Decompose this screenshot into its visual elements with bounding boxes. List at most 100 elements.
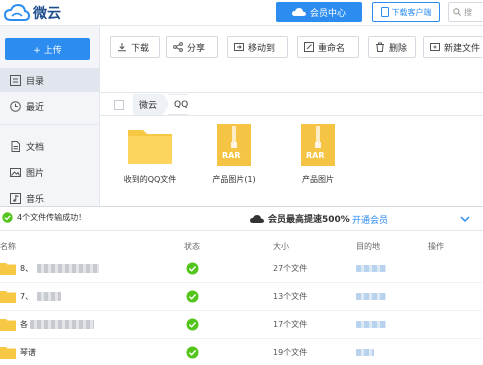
delete-button[interactable]: 删除 — [368, 36, 416, 58]
new-folder-button[interactable]: 新建文件 — [423, 36, 483, 58]
breadcrumb-item-root[interactable]: 微云 — [133, 94, 163, 115]
success-check-icon — [186, 262, 199, 275]
rar-label: RAR — [222, 151, 241, 160]
column-destination: 目的地 — [356, 242, 380, 251]
success-check-icon — [186, 290, 199, 303]
clock-icon — [10, 100, 21, 112]
file-name-prefix: 7、 — [20, 292, 34, 301]
delete-label: 删除 — [389, 43, 408, 54]
transfer-header: 4个文件传输成功！ 会员最高提速500% 开通会员 — [0, 207, 483, 231]
transfer-row[interactable]: 7、 13个文件 — [0, 283, 483, 311]
sidebar-divider — [0, 124, 100, 125]
document-icon — [11, 140, 20, 152]
file-name: 产品图片(1) — [212, 175, 256, 184]
redacted-destination — [356, 349, 374, 356]
open-vip-link[interactable]: 开通会员 — [352, 213, 388, 226]
speed-promo: 会员最高提速500% — [250, 212, 350, 225]
music-icon — [10, 192, 21, 204]
top-header: 微云 会员中心 下载客户端 搜 — [0, 0, 483, 26]
download-icon — [118, 43, 126, 52]
transfer-status: 4个文件传输成功！ — [2, 212, 86, 223]
column-status: 状态 — [184, 242, 200, 251]
select-all-checkbox[interactable] — [114, 100, 124, 110]
image-icon — [10, 167, 21, 177]
transfer-row[interactable]: 8、 27个文件 — [0, 255, 483, 283]
search-input[interactable]: 搜 — [448, 2, 483, 22]
success-check-icon — [2, 212, 13, 223]
breadcrumb-item-qq[interactable]: QQ — [168, 94, 188, 115]
breadcrumb-label: QQ — [174, 99, 189, 110]
folder-icon — [0, 347, 16, 359]
app-logo[interactable]: 微云 — [4, 2, 61, 24]
download-client-label: 下载客户端 — [391, 7, 432, 17]
redacted-destination — [356, 321, 386, 328]
download-label: 下载 — [131, 43, 150, 54]
download-button[interactable]: 下载 — [110, 36, 160, 58]
rar-label: RAR — [306, 151, 325, 160]
file-name: 产品图片 — [302, 175, 334, 184]
transfer-size: 13个文件 — [273, 292, 308, 301]
trash-icon — [376, 42, 384, 52]
transfer-size: 27个文件 — [273, 264, 308, 273]
new-folder-label: 新建文件 — [444, 43, 481, 54]
vip-center-label: 会员中心 — [309, 8, 346, 19]
success-check-icon — [186, 346, 199, 359]
cloud-icon — [291, 8, 306, 16]
speed-promo-text: 会员最高提速500% — [268, 215, 350, 225]
sidebar-item-documents[interactable]: 文档 — [0, 134, 100, 158]
sidebar-item-label: 文档 — [26, 142, 45, 153]
app-name: 微云 — [33, 6, 61, 22]
move-icon — [234, 43, 244, 51]
column-action: 操作 — [428, 242, 444, 251]
transfer-file-name: 琴谱 — [20, 348, 36, 357]
redacted-filename — [30, 320, 94, 329]
transfer-status-text: 4个文件传输成功！ — [17, 213, 87, 222]
redacted-destination — [356, 265, 386, 272]
file-name: 收到的QQ文件 — [123, 175, 177, 184]
transfer-row[interactable]: 各 17个文件 — [0, 311, 483, 339]
search-icon — [453, 8, 461, 16]
sidebar-item-recent[interactable]: 最近 — [0, 94, 100, 118]
folder-icon — [0, 319, 16, 331]
sidebar: + 上传 目录 最近 文档 图片 音乐 — [0, 26, 100, 206]
transfer-panel: 4个文件传输成功！ 会员最高提速500% 开通会员 名称 状态 大小 目的地 操… — [0, 206, 483, 365]
rename-icon — [304, 42, 314, 52]
sidebar-item-images[interactable]: 图片 — [0, 160, 100, 184]
breadcrumb: 微云 QQ — [100, 92, 483, 116]
cloud-logo-icon — [4, 4, 30, 21]
cloud-icon — [250, 214, 264, 223]
file-item-folder[interactable]: 收到的QQ文件 — [110, 120, 190, 190]
folder-icon — [0, 291, 16, 303]
share-button[interactable]: 分享 — [166, 36, 218, 58]
transfer-file-name: 8、 — [20, 263, 100, 274]
share-label: 分享 — [187, 43, 206, 54]
download-client-button[interactable]: 下载客户端 — [372, 2, 440, 22]
sidebar-item-directory[interactable]: 目录 — [0, 68, 100, 92]
sidebar-item-label: 图片 — [26, 168, 45, 179]
vip-center-button[interactable]: 会员中心 — [276, 2, 362, 22]
column-name: 名称 — [0, 242, 16, 251]
file-toolbar: 下载 分享 移动到 重命名 删除 新建文件 — [100, 26, 483, 71]
column-size: 大小 — [273, 242, 289, 251]
share-icon — [173, 42, 183, 52]
file-name-prefix: 8、 — [20, 264, 34, 273]
chevron-down-icon[interactable] — [460, 215, 470, 223]
folder-icon — [0, 263, 16, 275]
folder-icon — [128, 130, 172, 164]
breadcrumb-label: 微云 — [139, 101, 158, 111]
transfer-size: 17个文件 — [273, 320, 308, 329]
sidebar-item-label: 最近 — [26, 102, 45, 113]
redacted-filename — [37, 292, 62, 301]
transfer-column-headers: 名称 状态 大小 目的地 操作 — [0, 239, 483, 255]
transfer-row[interactable]: 琴谱 19个文件 — [0, 339, 483, 365]
upload-button[interactable]: + 上传 — [5, 38, 90, 60]
sidebar-item-label: 目录 — [26, 76, 45, 87]
list-icon — [10, 74, 21, 86]
move-to-label: 移动到 — [248, 43, 276, 54]
redacted-filename — [37, 264, 100, 273]
transfer-file-name: 7、 — [20, 291, 62, 302]
rename-button[interactable]: 重命名 — [297, 36, 359, 58]
success-check-icon — [186, 318, 199, 331]
new-folder-icon — [430, 43, 440, 51]
move-to-button[interactable]: 移动到 — [227, 36, 288, 58]
